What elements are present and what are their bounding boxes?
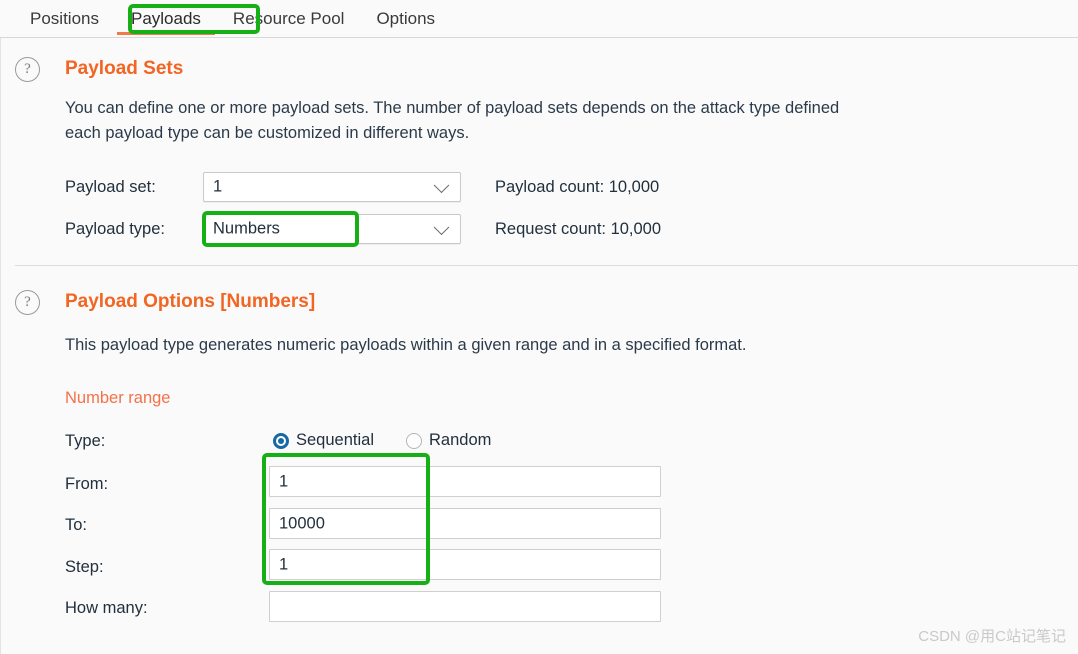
from-input[interactable]: 1: [269, 466, 661, 497]
tab-resource-pool[interactable]: Resource Pool: [217, 0, 361, 38]
payload-sets-description-line2: each payload type can be customized in d…: [65, 121, 469, 146]
payload-options-title: Payload Options [Numbers]: [65, 291, 315, 313]
radio-sequential-indicator[interactable]: [273, 433, 289, 449]
section-divider: [15, 265, 1078, 266]
tab-payloads[interactable]: Payloads: [115, 0, 217, 38]
payload-type-label: Payload type:: [65, 220, 165, 239]
radio-random-label: Random: [429, 431, 491, 450]
chevron-down-icon-payload-type: [434, 220, 450, 236]
payload-set-value: 1: [213, 178, 222, 197]
payload-count-text: Payload count: 10,000: [495, 178, 659, 197]
step-input[interactable]: 1: [269, 549, 661, 580]
tab-positions[interactable]: Positions: [14, 0, 115, 38]
radio-random-indicator[interactable]: [406, 433, 422, 449]
radio-sequential-label: Sequential: [296, 431, 374, 450]
chevron-down-icon-payload-set: [434, 178, 450, 194]
burp-intruder-payloads-panel: Positions Payloads Resource Pool Options…: [0, 0, 1078, 654]
step-value: 1: [279, 555, 288, 574]
question-mark-icon-payload-sets[interactable]: ?: [15, 57, 40, 82]
number-range-heading: Number range: [65, 389, 170, 408]
to-label: To:: [65, 516, 87, 535]
request-count-text: Request count: 10,000: [495, 220, 661, 239]
question-mark-icon-payload-options[interactable]: ?: [15, 290, 40, 315]
watermark-text: CSDN @用C站记笔记: [918, 625, 1066, 646]
payload-options-description: This payload type generates numeric payl…: [65, 333, 746, 358]
panel-content: ? Payload Sets You can define one or mor…: [0, 38, 1078, 654]
how-many-label: How many:: [65, 599, 148, 618]
payload-set-dropdown[interactable]: 1: [203, 172, 461, 202]
payload-type-dropdown[interactable]: Numbers: [203, 214, 461, 244]
radio-random[interactable]: Random: [406, 431, 491, 450]
payload-sets-description-line1: You can define one or more payload sets.…: [65, 96, 839, 121]
to-value: 10000: [279, 514, 325, 533]
tab-bar: Positions Payloads Resource Pool Options: [0, 0, 1078, 38]
step-label: Step:: [65, 558, 104, 577]
payload-type-value: Numbers: [213, 220, 280, 239]
type-label: Type:: [65, 432, 105, 451]
how-many-input[interactable]: [269, 591, 661, 622]
to-input[interactable]: 10000: [269, 508, 661, 539]
from-label: From:: [65, 475, 108, 494]
tab-options[interactable]: Options: [360, 0, 451, 38]
payload-sets-title: Payload Sets: [65, 58, 183, 80]
radio-sequential[interactable]: Sequential: [273, 431, 374, 450]
payload-set-label: Payload set:: [65, 178, 156, 197]
from-value: 1: [279, 472, 288, 491]
